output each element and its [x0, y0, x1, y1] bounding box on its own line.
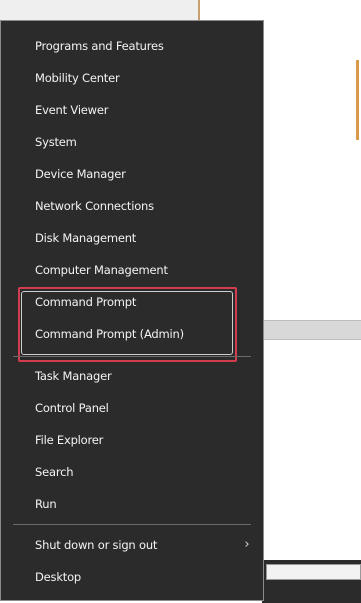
menu-item-shut-down-or-sign-out[interactable]: Shut down or sign out	[35, 535, 157, 555]
background-toolbar-band	[262, 320, 361, 340]
menu-separator	[13, 356, 251, 357]
menu-item-network-connections[interactable]: Network Connections	[35, 196, 154, 216]
menu-separator	[13, 524, 251, 525]
menu-item-run[interactable]: Run	[35, 494, 57, 514]
menu-item-disk-management[interactable]: Disk Management	[35, 228, 136, 248]
menu-item-programs-and-features[interactable]: Programs and Features	[35, 36, 164, 56]
menu-item-computer-management[interactable]: Computer Management	[35, 260, 168, 280]
menu-item-task-manager[interactable]: Task Manager	[35, 366, 112, 386]
menu-item-desktop[interactable]: Desktop	[35, 567, 81, 587]
menu-item-mobility-center[interactable]: Mobility Center	[35, 68, 120, 88]
background-document-rule	[356, 60, 359, 140]
menu-item-system[interactable]: System	[35, 132, 77, 152]
background-document	[262, 0, 361, 320]
chevron-right-icon: ›	[244, 537, 250, 552]
menu-item-search[interactable]: Search	[35, 462, 74, 482]
menu-item-device-manager[interactable]: Device Manager	[35, 164, 126, 184]
menu-item-event-viewer[interactable]: Event Viewer	[35, 100, 108, 120]
menu-item-file-explorer[interactable]: File Explorer	[35, 430, 103, 450]
background-window-strip	[0, 0, 200, 20]
menu-item-command-prompt[interactable]: Command Prompt	[35, 292, 136, 312]
background-taskbar	[262, 560, 361, 603]
menu-item-control-panel[interactable]: Control Panel	[35, 398, 109, 418]
menu-item-command-prompt-admin[interactable]: Command Prompt (Admin)	[35, 324, 184, 344]
win-x-context-menu: Programs and Features Mobility Center Ev…	[0, 20, 264, 601]
